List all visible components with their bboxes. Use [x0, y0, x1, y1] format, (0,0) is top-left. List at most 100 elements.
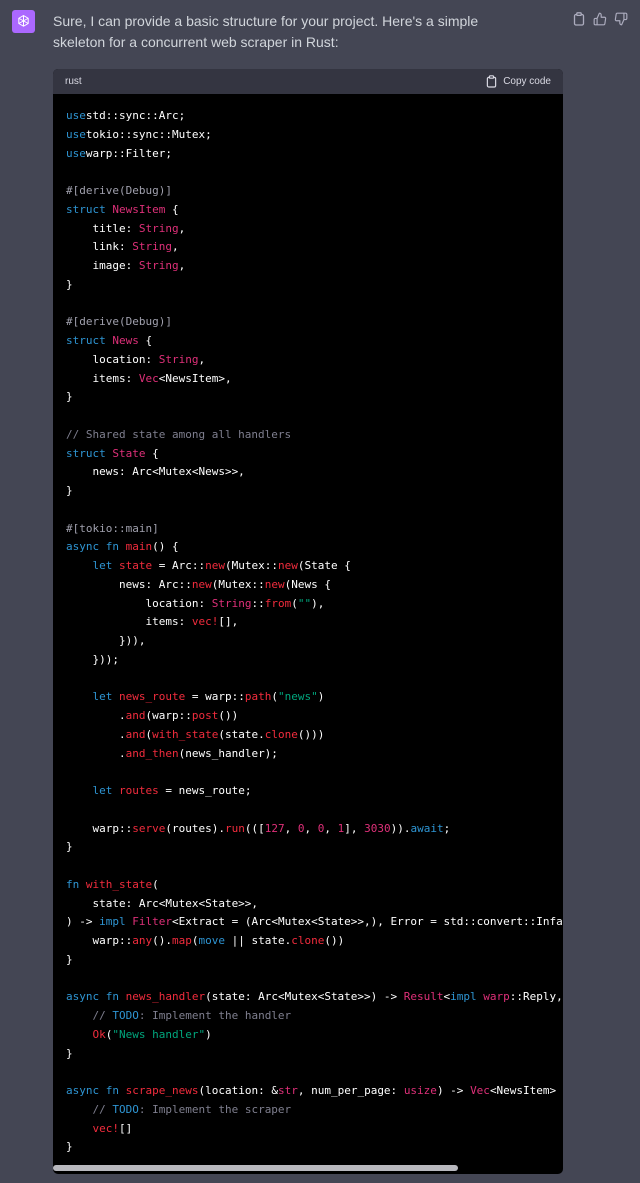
code-token: image: [66, 259, 139, 272]
code-token: // [66, 1009, 113, 1022]
code-token: main [125, 540, 153, 554]
code-token: (location: & [198, 1084, 278, 1097]
code-line: // TODO: Implement the scraper [66, 1101, 563, 1120]
code-line: })); [66, 651, 563, 670]
code-token: 127 [264, 821, 285, 835]
code-token: , num_per_page: [297, 1084, 404, 1097]
code-line: #[derive(Debug)] [66, 182, 563, 201]
thumbs-down-button[interactable] [614, 11, 628, 27]
code-token: ( [271, 690, 278, 704]
code-token: news: Arc:: [66, 577, 192, 591]
code-token: ) -> [66, 915, 100, 929]
code-token: and [125, 709, 146, 722]
code-line: async fn main() { [66, 538, 563, 557]
code-token: , [178, 221, 186, 235]
code-token: 3030 [364, 821, 391, 835]
code-language-label: rust [65, 76, 82, 87]
code-token: (State { [297, 559, 351, 572]
assistant-avatar [12, 10, 35, 33]
code-token: location: [66, 352, 159, 366]
code-token: "News handler" [112, 1027, 206, 1041]
code-token: usize [403, 1084, 437, 1097]
code-token: // Shared state among all handlers [66, 427, 292, 441]
code-line: Ok("News handler") [66, 1026, 563, 1045]
code-line: warp::serve(routes).run(([127, 0, 0, 1],… [66, 820, 563, 839]
code-token: TODO [112, 1009, 139, 1022]
code-token: (state: Arc<Mutex<State>>) -> [205, 990, 404, 1004]
code-token: await [410, 821, 444, 835]
code-token: { [145, 446, 159, 460]
code-token: } [66, 1046, 73, 1060]
code-line: let state = Arc::new(Mutex::new(State { [66, 557, 563, 576]
code-token: } [66, 484, 73, 497]
code-token: (News { [284, 577, 331, 591]
code-token: serve [132, 821, 166, 835]
code-token: ( [291, 596, 298, 610]
code-token: use [66, 127, 86, 141]
code-token: } [66, 277, 73, 291]
code-token: ()) [324, 934, 345, 947]
code-line: } [66, 1045, 563, 1064]
code-token: (Mutex:: [211, 577, 265, 591]
code-token: ())) [297, 727, 325, 741]
copy-code-button[interactable]: Copy code [486, 75, 551, 88]
code-token: new [191, 577, 212, 591]
code-line: } [66, 838, 563, 857]
code-token: "news" [277, 690, 318, 704]
code-line: location: String::from(""), [66, 595, 563, 614]
code-token: : Implement the handler [138, 1009, 292, 1022]
code-token: ( [152, 877, 159, 891]
copy-message-button[interactable] [572, 11, 586, 27]
code-token: () { [152, 540, 179, 554]
code-token: || state. [224, 934, 292, 947]
code-token: ::Reply, warp::Rejection> { [509, 990, 563, 1004]
code-token: new [205, 559, 225, 572]
code-token: with_state [85, 877, 153, 891]
code-token: = news_route; [158, 784, 252, 797]
code-token: warp [483, 990, 510, 1004]
code-token: (([ [244, 821, 265, 835]
code-token: news_route [119, 690, 186, 704]
code-token: move [198, 934, 225, 947]
code-line: struct News { [66, 332, 563, 351]
code-line: // Shared state among all handlers [66, 426, 563, 445]
code-token: vec! [191, 615, 219, 629]
code-line: link: String, [66, 238, 563, 257]
code-token: fn [105, 1084, 119, 1097]
code-token: struct [66, 202, 106, 216]
code-token: clone [291, 934, 325, 947]
code-token: (routes). [165, 821, 225, 835]
code-line: struct State { [66, 445, 563, 464]
code-token: map [171, 934, 192, 947]
thumbs-up-button[interactable] [593, 11, 607, 27]
code-line: usetokio::sync::Mutex; [66, 126, 563, 145]
code-token: . [66, 709, 126, 722]
code-token: <NewsItem> { [489, 1084, 563, 1097]
code-token: String [211, 596, 252, 610]
code-token: let [92, 559, 113, 572]
clipboard-icon [573, 12, 585, 26]
code-token: warp::Filter; [85, 146, 172, 160]
code-token: from [264, 596, 292, 610]
code-token: use [66, 109, 86, 122]
code-line: .and_then(news_handler); [66, 745, 563, 764]
code-content: usestd::sync::Arc; usetokio::sync::Mutex;… [66, 107, 563, 1157]
code-line: #[derive(Debug)] [66, 313, 563, 332]
code-token: fn [66, 877, 80, 891]
code-token: , [304, 821, 318, 835]
horizontal-scrollbar[interactable] [53, 1165, 458, 1171]
code-token: ) [317, 690, 325, 704]
